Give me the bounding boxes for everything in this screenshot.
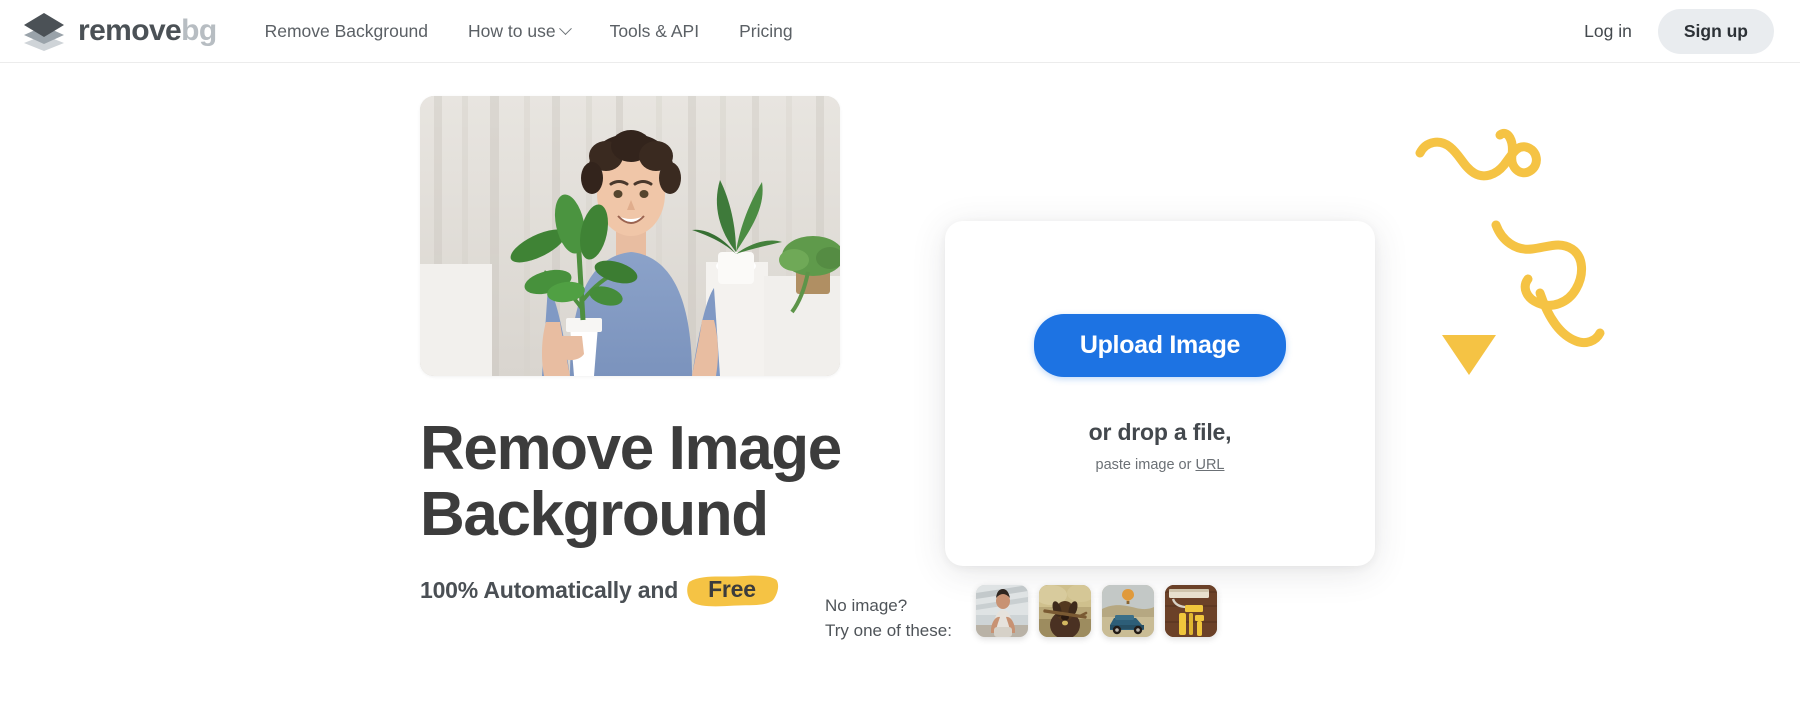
nav-item-remove-background[interactable]: Remove Background: [245, 0, 448, 63]
main-navigation: Remove Background How to use Tools & API…: [245, 0, 813, 63]
hero-right-column: Upload Image or drop a file, paste image…: [825, 63, 1505, 701]
sample-label-line-1: No image?: [825, 596, 908, 615]
nav-label: How to use: [468, 20, 556, 41]
hero-photo: [420, 96, 840, 376]
brand-name-primary: remove: [78, 14, 182, 47]
subtitle-prefix: 100% Automatically and: [420, 576, 679, 603]
nav-label: Remove Background: [264, 20, 429, 41]
nav-item-pricing[interactable]: Pricing: [719, 0, 813, 63]
brand-wordmark: remove bg: [78, 16, 217, 46]
page-title-line-1: Remove Image: [420, 414, 842, 483]
brand-name-secondary: bg: [181, 14, 217, 47]
sample-images-section: No image? Try one of these:: [825, 585, 1217, 643]
page-title: Remove Image Background: [420, 416, 890, 547]
nav-label: Pricing: [739, 20, 793, 41]
header-actions: Log in Sign up: [1566, 8, 1774, 54]
nav-label: Tools & API: [609, 20, 700, 41]
page-subtitle: 100% Automatically and Free: [420, 573, 890, 607]
paste-hint-prefix: paste image or: [1095, 457, 1196, 473]
sample-thumbnail-paint-rollers[interactable]: [1164, 585, 1217, 637]
signup-button[interactable]: Sign up: [1657, 8, 1774, 54]
sample-thumbnail-dog-stick[interactable]: [1038, 585, 1091, 637]
stacked-layers-diamond-icon: [22, 11, 66, 51]
paste-url-link[interactable]: URL: [1195, 457, 1224, 473]
free-badge: Free: [687, 573, 779, 607]
site-header: remove bg Remove Background How to use To…: [0, 0, 1800, 63]
sample-images-label: No image? Try one of these:: [825, 585, 952, 643]
upload-dropzone[interactable]: Upload Image or drop a file, paste image…: [945, 221, 1375, 566]
chevron-down-icon: [558, 21, 572, 35]
hero-left-column: Remove Image Background 100% Automatical…: [420, 96, 890, 607]
brand-logo-link[interactable]: remove bg: [22, 11, 217, 51]
paste-hint: paste image or URL: [1096, 457, 1225, 473]
login-link[interactable]: Log in: [1566, 11, 1650, 52]
hero-section: Remove Image Background 100% Automatical…: [0, 63, 1800, 701]
sample-thumbnail-list: [975, 585, 1217, 637]
drop-file-text: or drop a file,: [1088, 419, 1232, 445]
free-label: Free: [708, 576, 756, 603]
nav-item-tools-and-api[interactable]: Tools & API: [590, 0, 720, 63]
sample-thumbnail-man-sitting[interactable]: [975, 585, 1028, 637]
page-title-line-2: Background: [420, 479, 769, 549]
upload-image-button[interactable]: Upload Image: [1033, 314, 1287, 377]
nav-item-how-to-use[interactable]: How to use: [448, 0, 590, 63]
sample-label-line-2: Try one of these:: [825, 620, 952, 640]
sample-thumbnail-car-balloon[interactable]: [1101, 585, 1154, 637]
